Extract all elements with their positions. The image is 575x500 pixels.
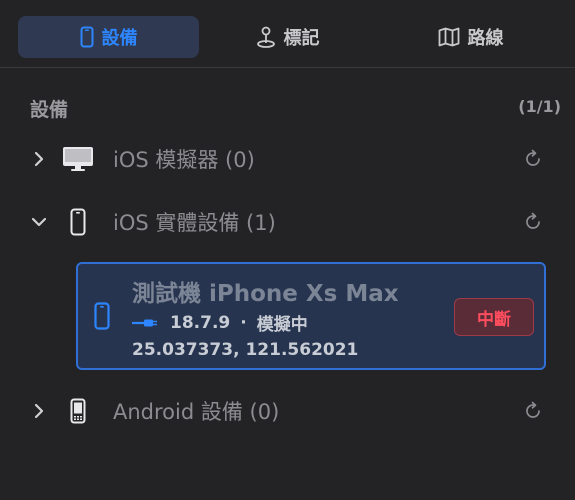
tab-devices-label: 設備 [101, 28, 138, 49]
device-meta: 18.7.9 · 模擬中 [132, 310, 308, 335]
tab-markers-label: 標記 [283, 28, 320, 49]
phone-icon [80, 26, 93, 48]
device-version: 18.7.9 [170, 312, 231, 333]
tab-routes[interactable]: 路線 [380, 16, 561, 58]
device-status: 模擬中 [256, 315, 308, 335]
tab-markers[interactable]: 標記 [197, 16, 378, 58]
desktop-icon [63, 147, 93, 171]
map-icon [438, 27, 459, 47]
group-android-device[interactable]: Android 設備 (0) [0, 391, 575, 431]
section-title: 設備 [30, 99, 69, 121]
refresh-icon[interactable] [523, 149, 543, 169]
refresh-icon[interactable] [523, 401, 543, 421]
usb-cable-icon [132, 319, 157, 326]
tab-bar: 設備 標記 路線 [0, 0, 575, 68]
pin-icon [256, 26, 275, 48]
group-ios-real-device-label: iOS 實體設備 (1) [113, 211, 276, 235]
group-ios-simulator[interactable]: iOS 模擬器 (0) [0, 139, 575, 179]
device-name: 測試機 iPhone Xs Max [132, 281, 399, 307]
tab-routes-label: 路線 [467, 28, 504, 49]
group-ios-simulator-label: iOS 模擬器 (0) [113, 148, 255, 172]
group-android-device-label: Android 設備 (0) [113, 400, 280, 424]
phone-icon [94, 302, 110, 330]
phone-outline-icon [70, 208, 86, 236]
chevron-right-icon[interactable] [31, 403, 47, 419]
section-count: (1/1) [518, 97, 561, 116]
android-phone-icon [70, 398, 86, 424]
chevron-down-icon[interactable] [31, 214, 47, 230]
meta-separator: · [240, 312, 247, 333]
disconnect-button[interactable]: 中斷 [454, 298, 534, 336]
tab-devices[interactable]: 設備 [18, 16, 199, 58]
device-coordinates: 25.037373, 121.562021 [132, 340, 359, 360]
refresh-icon[interactable] [523, 212, 543, 232]
group-ios-real-device[interactable]: iOS 實體設備 (1) [0, 202, 575, 242]
chevron-right-icon[interactable] [31, 151, 47, 167]
device-card[interactable]: 測試機 iPhone Xs Max 18.7.9 · 模擬中 25.037373… [76, 262, 546, 370]
